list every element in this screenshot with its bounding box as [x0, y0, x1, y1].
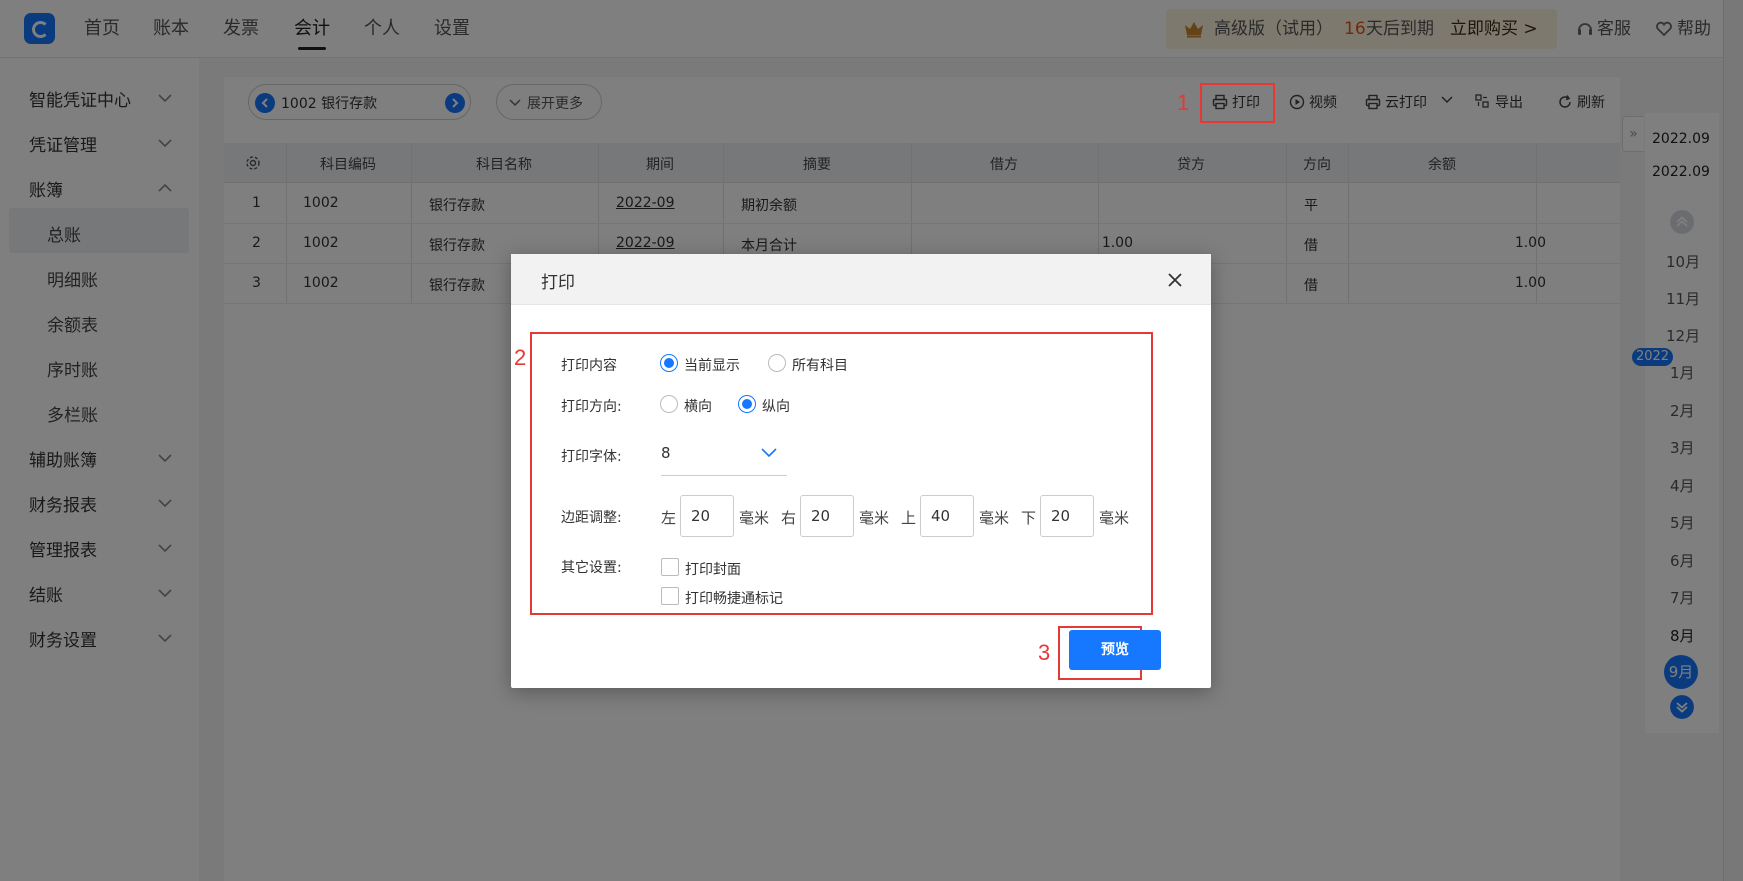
dialog-title: 打印 — [541, 273, 575, 293]
print-highlight-box — [1200, 83, 1275, 123]
chevron-down-icon — [761, 448, 777, 458]
margin-right-input[interactable]: 20 — [800, 495, 854, 537]
radio-current-display[interactable] — [660, 354, 678, 372]
margin-right-label: 右 — [781, 509, 797, 527]
margin-top-input[interactable]: 40 — [920, 495, 974, 537]
font-size-value: 8 — [661, 444, 671, 462]
margin-left-label: 左 — [661, 509, 677, 527]
opt-all-accounts[interactable]: 所有科目 — [792, 355, 848, 375]
margin-unit: 毫米 — [979, 509, 1010, 527]
margin-unit: 毫米 — [859, 509, 890, 527]
opt-print-cover[interactable]: 打印封面 — [685, 559, 741, 579]
preview-button[interactable]: 预览 — [1069, 630, 1161, 670]
step-marker-3: 3 — [1038, 640, 1051, 665]
radio-landscape[interactable] — [660, 395, 678, 413]
other-settings-label: 其它设置: — [561, 560, 622, 576]
print-dialog: 打印 打印内容 当前显示 所有科目 打印方向: 横向 纵向 打印字体: 8 边距… — [511, 254, 1211, 688]
step-marker-1: 1 — [1177, 90, 1190, 115]
margin-unit: 毫米 — [1099, 509, 1130, 527]
radio-all-accounts[interactable] — [768, 354, 786, 372]
dialog-header: 打印 — [511, 254, 1211, 305]
margin-label: 边距调整: — [561, 510, 622, 526]
checkbox-print-cover[interactable] — [661, 558, 679, 576]
margin-left-input[interactable]: 20 — [680, 495, 734, 537]
margin-bottom-input[interactable]: 20 — [1040, 495, 1094, 537]
font-size-select[interactable]: 8 — [661, 434, 787, 476]
checkbox-print-mark[interactable] — [661, 587, 679, 605]
margin-bottom-label: 下 — [1021, 509, 1037, 527]
opt-current-display[interactable]: 当前显示 — [684, 355, 740, 375]
margin-top-label: 上 — [901, 509, 917, 527]
step-marker-2: 2 — [514, 345, 527, 370]
radio-portrait[interactable] — [738, 395, 756, 413]
margin-unit: 毫米 — [739, 509, 770, 527]
print-font-label: 打印字体: — [561, 449, 622, 465]
opt-portrait[interactable]: 纵向 — [762, 396, 790, 416]
close-icon[interactable] — [1165, 270, 1185, 290]
print-content-label: 打印内容 — [561, 358, 617, 374]
print-orientation-label: 打印方向: — [561, 399, 622, 415]
opt-print-mark[interactable]: 打印畅捷通标记 — [685, 588, 783, 608]
opt-landscape[interactable]: 横向 — [684, 396, 712, 416]
